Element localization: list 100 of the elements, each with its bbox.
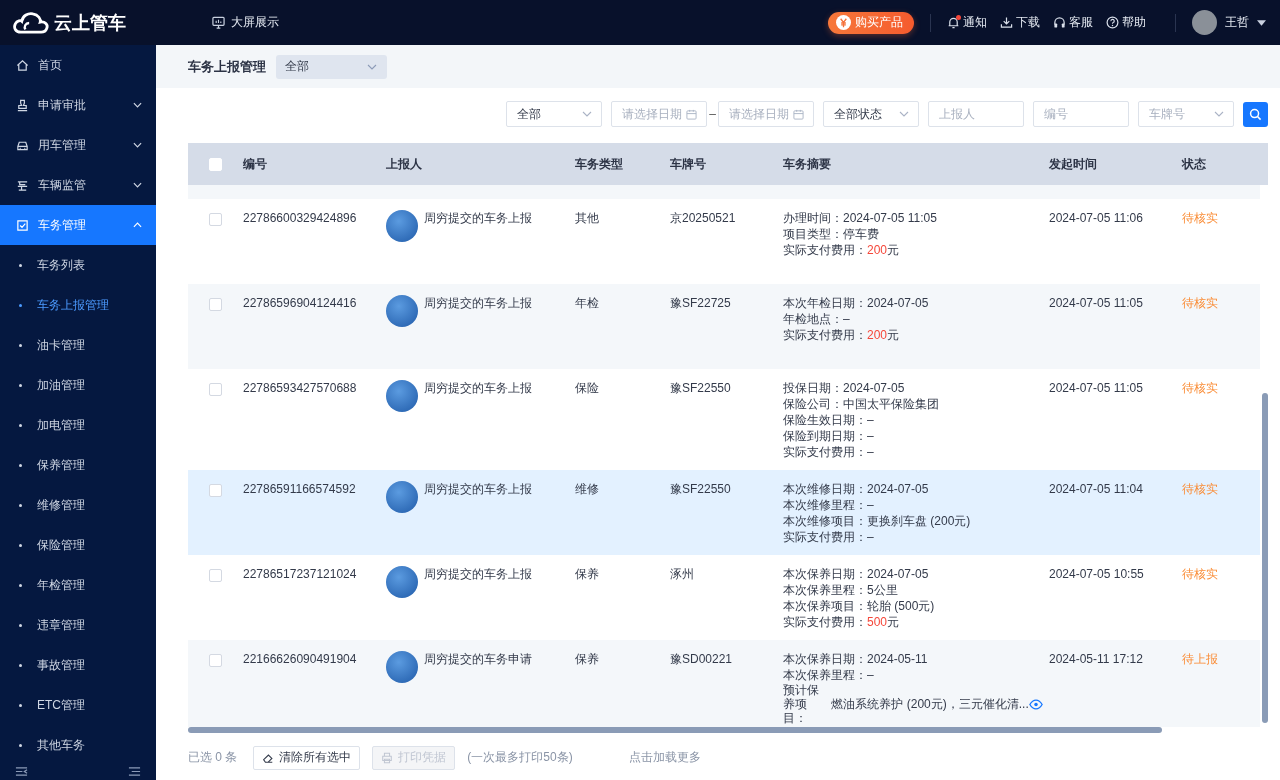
select-all-checkbox[interactable] (209, 157, 222, 171)
task-icon (16, 218, 29, 232)
sidebar-subitem[interactable]: 油卡管理 (0, 325, 156, 365)
summary-line: 项目类型：停车费 (783, 226, 880, 242)
plate-number: 豫SD00221 (670, 652, 733, 666)
vertical-scrollbar[interactable] (1262, 393, 1268, 723)
start-time: 2024-07-05 11:05 (1049, 381, 1143, 395)
task-type: 维修 (575, 482, 599, 496)
task-type: 保养 (575, 652, 599, 666)
monitor-icon (16, 178, 29, 192)
sidebar-subitem[interactable]: 保险管理 (0, 525, 156, 565)
filter-input[interactable]: 编号 (1033, 101, 1129, 127)
table-row[interactable]: 22786591166574592 周穷提交的车务上报 维修 豫SF22550 本次维修日期：2024-07-05 本次维修里程：– 本次维修项目：更换刹车盘 (200元) 实际支付费用：– 2024-07-05 11:04 待核实 (188, 470, 1260, 555)
filter-select[interactable]: 全部 (506, 101, 603, 127)
start-time: 2024-07-05 11:04 (1049, 482, 1143, 496)
row-checkbox[interactable] (209, 383, 222, 396)
user-avatar[interactable] (1192, 10, 1217, 35)
table-row[interactable]: 22166626090491904 周穷提交的车务申请 保养 豫SD00221 本次保养日期：2024-05-11 本次保养里程：– 预计保养项目： 燃油系统养护 (200元)，三元催化清... 2024-05-11 17:12 待上报 (188, 640, 1260, 728)
summary-line: 本次年检日期：2024-07-05 (783, 295, 930, 311)
record-id: 22786591166574592 (243, 482, 356, 496)
header-link-label[interactable]: 帮助 (1122, 14, 1146, 31)
reporter-text: 周穷提交的车务上报 (424, 295, 532, 312)
sidebar-subitem[interactable]: 车务上报管理 (0, 285, 156, 325)
column-header: 上报人 (386, 155, 423, 173)
summary-value: 燃油系统养护 (200元)，三元催化清... (831, 696, 1029, 712)
header-headset-link[interactable]: 客服 (1053, 14, 1093, 31)
menu-icon[interactable] (128, 765, 141, 778)
collapse-menu-icon[interactable] (15, 765, 28, 778)
clear-selection-button[interactable]: 清除所有选中 (253, 745, 361, 770)
sidebar-subitem[interactable]: 加油管理 (0, 365, 156, 405)
table-row[interactable]: 22786596904124416 周穷提交的车务上报 年检 豫SF22725 本次年检日期：2024-07-05 年检地点：– 实际支付费用：200元 2024-07-05 11:05 待核实 (188, 284, 1260, 369)
filter-input[interactable]: 上报人 (928, 101, 1024, 127)
status-text: 待核实 (1182, 482, 1218, 496)
plate-number: 涿州 (670, 567, 694, 581)
sidebar-subitem[interactable]: 事故管理 (0, 645, 156, 685)
summary-value: 200元 (867, 243, 900, 257)
reporter-avatar (386, 295, 418, 327)
user-name[interactable]: 王哲 (1225, 14, 1249, 31)
sidebar-item[interactable]: 申请审批 (0, 85, 156, 125)
status-text: 待上报 (1182, 652, 1218, 666)
header-link-label[interactable]: 下载 (1016, 14, 1040, 31)
sidebar-item[interactable]: 首页 (0, 45, 156, 85)
task-type: 保养 (575, 567, 599, 581)
header-download-link[interactable]: 下载 (1000, 14, 1040, 31)
sidebar-subitem[interactable]: 加电管理 (0, 405, 156, 445)
print-limit-hint: (一次最多打印50条) (467, 749, 573, 767)
chevron-down-icon (899, 111, 909, 117)
chevron-down-icon (1214, 111, 1224, 117)
task-type: 保险 (575, 381, 599, 395)
row-checkbox[interactable] (209, 484, 222, 497)
sidebar-subitem[interactable]: 维修管理 (0, 485, 156, 525)
chevron-down-icon (133, 102, 142, 108)
row-checkbox[interactable] (209, 213, 222, 226)
summary-line: 保险公司：中国太平保险集团 (783, 396, 940, 412)
horizontal-scrollbar[interactable] (188, 727, 1162, 734)
status-text: 待核实 (1182, 211, 1218, 225)
reporter-text: 周穷提交的车务申请 (424, 651, 532, 668)
sidebar-subitem[interactable]: 年检管理 (0, 565, 156, 605)
row-checkbox[interactable] (209, 654, 222, 667)
eye-icon[interactable] (1028, 698, 1043, 710)
row-checkbox[interactable] (209, 298, 222, 311)
header-link-label[interactable]: 通知 (963, 14, 987, 31)
chevron-up-icon (133, 222, 142, 228)
sidebar-subitem[interactable]: 保养管理 (0, 445, 156, 485)
sidebar-subitem[interactable]: ETC管理 (0, 685, 156, 725)
column-header: 发起时间 (1049, 155, 1098, 173)
sidebar-item[interactable]: 车辆监管 (0, 165, 156, 205)
sidebar-item[interactable]: 车务管理 (0, 205, 156, 245)
range-separator: – (709, 107, 716, 121)
summary-value: 500元 (867, 615, 900, 629)
start-time: 2024-07-05 11:05 (1049, 296, 1143, 310)
summary-label: 预计保养项目： (783, 683, 820, 725)
summary-line: 本次保养日期：2024-07-05 (783, 566, 930, 582)
filter-select[interactable]: 全部状态 (823, 101, 919, 127)
sidebar-subitem[interactable]: 违章管理 (0, 605, 156, 645)
status-text: 待核实 (1182, 381, 1218, 395)
task-type: 其他 (575, 211, 599, 225)
sidebar-subitem[interactable]: 其他车务 (0, 725, 156, 765)
search-button[interactable] (1243, 101, 1268, 127)
stamp-icon (16, 98, 29, 112)
header-link-label[interactable]: 客服 (1069, 14, 1093, 31)
sidebar-subitem[interactable]: 车务列表 (0, 245, 156, 285)
reporter-text: 周穷提交的车务上报 (424, 481, 532, 498)
record-id: 22786593427570688 (243, 381, 357, 395)
column-header: 编号 (243, 155, 268, 173)
summary-value: 200元 (867, 328, 900, 342)
sidebar-item[interactable]: 用车管理 (0, 125, 156, 165)
search-icon (1249, 107, 1262, 121)
reporter-avatar (386, 566, 418, 598)
page-title: 车务上报管理 (188, 57, 266, 76)
reporter-text: 周穷提交的车务上报 (424, 210, 532, 227)
big-screen-link[interactable]: 大屏展示 (212, 14, 279, 31)
header-bell-link[interactable]: 通知 (947, 14, 987, 31)
header-help-link[interactable]: 帮助 (1106, 14, 1146, 31)
summary-line: 保险到期日期：– (783, 428, 875, 444)
row-checkbox[interactable] (209, 569, 222, 582)
task-type: 年检 (575, 296, 599, 310)
record-id: 22786517237121024 (243, 567, 357, 581)
scope-select[interactable]: 全部 (276, 54, 387, 79)
caret-down-icon[interactable] (1257, 19, 1266, 26)
